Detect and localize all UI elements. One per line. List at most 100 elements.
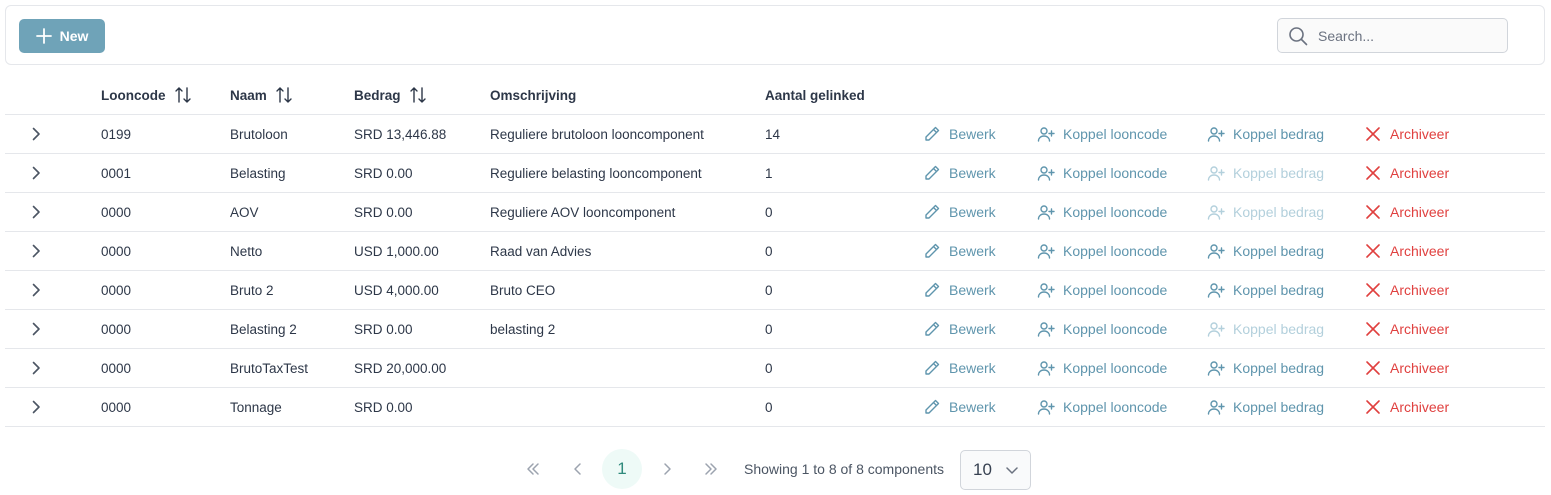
link-bedrag-button[interactable]: Koppel bedrag xyxy=(1207,349,1324,387)
link-looncode-button[interactable]: Koppel looncode xyxy=(1037,115,1167,153)
expand-row-button[interactable] xyxy=(25,232,47,270)
edit-button[interactable]: Bewerk xyxy=(923,271,996,309)
archive-button[interactable]: Archiveer xyxy=(1364,349,1449,387)
edit-button[interactable]: Bewerk xyxy=(923,349,996,387)
page-size-select[interactable]: 10 xyxy=(960,450,1031,490)
user-plus-icon xyxy=(1037,361,1055,376)
chevron-right-icon xyxy=(32,244,40,258)
link-looncode-label: Koppel looncode xyxy=(1063,243,1168,259)
link-bedrag-button[interactable]: Koppel bedrag xyxy=(1207,310,1324,348)
table-row: 0000 Bruto 2 USD 4,000.00 Bruto CEO 0 Be… xyxy=(5,271,1545,310)
user-plus-icon xyxy=(1037,283,1055,298)
cell-looncode: 0000 xyxy=(101,399,132,415)
chevron-down-icon xyxy=(1006,467,1018,474)
pagination-info: Showing 1 to 8 of 8 components xyxy=(744,461,945,477)
new-button-label: New xyxy=(59,28,89,44)
chevron-right-icon xyxy=(32,166,40,180)
link-bedrag-button[interactable]: Koppel bedrag xyxy=(1207,193,1324,231)
archive-button[interactable]: Archiveer xyxy=(1364,271,1449,309)
user-plus-icon xyxy=(1207,244,1225,259)
edit-button[interactable]: Bewerk xyxy=(923,232,996,270)
archive-button[interactable]: Archiveer xyxy=(1364,232,1449,270)
user-plus-icon xyxy=(1207,205,1225,220)
page-button-current[interactable]: 1 xyxy=(602,449,642,489)
link-looncode-button[interactable]: Koppel looncode xyxy=(1037,193,1167,231)
search-input[interactable] xyxy=(1318,27,1488,44)
archive-label: Archiveer xyxy=(1390,360,1450,376)
plus-icon xyxy=(35,28,52,44)
edit-label: Bewerk xyxy=(949,321,996,337)
column-header-omschrijving: Omschrijving xyxy=(490,75,576,115)
chevron-right-icon xyxy=(32,361,40,375)
cell-naam: Bruto 2 xyxy=(230,282,274,298)
sort-icon xyxy=(409,87,426,103)
archive-label: Archiveer xyxy=(1390,243,1450,259)
archive-label: Archiveer xyxy=(1390,165,1450,181)
user-plus-icon xyxy=(1037,244,1055,259)
link-bedrag-button[interactable]: Koppel bedrag xyxy=(1207,271,1324,309)
edit-button[interactable]: Bewerk xyxy=(923,193,996,231)
last-page-button[interactable] xyxy=(691,449,731,489)
table-row: 0000 Belasting 2 SRD 0.00 belasting 2 0 … xyxy=(5,310,1545,349)
link-bedrag-button[interactable]: Koppel bedrag xyxy=(1207,388,1324,426)
user-plus-icon xyxy=(1207,361,1225,376)
expand-row-button[interactable] xyxy=(25,349,47,387)
archive-label: Archiveer xyxy=(1390,204,1450,220)
user-plus-icon xyxy=(1037,322,1055,337)
expand-row-button[interactable] xyxy=(25,193,47,231)
archive-button[interactable]: Archiveer xyxy=(1364,193,1449,231)
archive-button[interactable]: Archiveer xyxy=(1364,115,1449,153)
next-page-button[interactable] xyxy=(647,449,687,489)
link-bedrag-label: Koppel bedrag xyxy=(1233,282,1325,298)
expand-row-button[interactable] xyxy=(25,115,47,153)
link-looncode-button[interactable]: Koppel looncode xyxy=(1037,271,1167,309)
new-button[interactable]: New xyxy=(19,19,105,53)
cell-naam: Netto xyxy=(230,243,263,259)
table-row: 0000 BrutoTaxTest SRD 20,000.00 0 Bewerk… xyxy=(5,349,1545,388)
archive-button[interactable]: Archiveer xyxy=(1364,154,1449,192)
archive-button[interactable]: Archiveer xyxy=(1364,388,1449,426)
pencil-icon xyxy=(925,282,940,297)
link-bedrag-label: Koppel bedrag xyxy=(1233,360,1325,376)
link-looncode-button[interactable]: Koppel looncode xyxy=(1037,232,1167,270)
pencil-icon xyxy=(925,399,940,414)
expand-row-button[interactable] xyxy=(25,310,47,348)
link-looncode-button[interactable]: Koppel looncode xyxy=(1037,154,1167,192)
link-bedrag-button[interactable]: Koppel bedrag xyxy=(1207,232,1324,270)
column-label: Naam xyxy=(230,87,267,103)
edit-button[interactable]: Bewerk xyxy=(923,310,996,348)
expand-row-button[interactable] xyxy=(25,154,47,192)
search-box[interactable] xyxy=(1277,18,1508,53)
cell-aantal-gelinked: 14 xyxy=(765,126,781,142)
link-bedrag-button[interactable]: Koppel bedrag xyxy=(1207,154,1324,192)
cell-looncode: 0000 xyxy=(101,243,132,259)
edit-button[interactable]: Bewerk xyxy=(923,115,996,153)
column-header-bedrag[interactable]: Bedrag xyxy=(354,75,427,115)
cell-omschrijving: belasting 2 xyxy=(490,321,556,337)
edit-button[interactable]: Bewerk xyxy=(923,154,996,192)
edit-label: Bewerk xyxy=(949,126,996,142)
cell-omschrijving: Reguliere belasting looncomponent xyxy=(490,165,702,181)
link-bedrag-button[interactable]: Koppel bedrag xyxy=(1207,115,1324,153)
user-plus-icon xyxy=(1207,127,1225,142)
column-header-naam[interactable]: Naam xyxy=(230,75,293,115)
archive-label: Archiveer xyxy=(1390,321,1450,337)
search-icon xyxy=(1289,26,1308,45)
column-label: Aantal gelinked xyxy=(765,87,865,103)
column-header-looncode[interactable]: Looncode xyxy=(101,75,192,115)
expand-row-button[interactable] xyxy=(25,388,47,426)
table-header: Looncode Naam Bedrag Omschrijving Aantal… xyxy=(5,75,1545,115)
cell-aantal-gelinked: 0 xyxy=(765,243,773,259)
archive-button[interactable]: Archiveer xyxy=(1364,310,1449,348)
cell-bedrag: SRD 0.00 xyxy=(354,399,413,415)
expand-row-button[interactable] xyxy=(25,271,47,309)
link-looncode-button[interactable]: Koppel looncode xyxy=(1037,388,1167,426)
edit-button[interactable]: Bewerk xyxy=(923,388,996,426)
previous-page-button[interactable] xyxy=(558,449,598,489)
page-size-value: 10 xyxy=(973,460,992,479)
column-header-aantal-gelinked: Aantal gelinked xyxy=(765,75,865,115)
link-looncode-button[interactable]: Koppel looncode xyxy=(1037,349,1167,387)
link-looncode-button[interactable]: Koppel looncode xyxy=(1037,310,1167,348)
archive-label: Archiveer xyxy=(1390,126,1450,142)
first-page-button[interactable] xyxy=(513,449,553,489)
